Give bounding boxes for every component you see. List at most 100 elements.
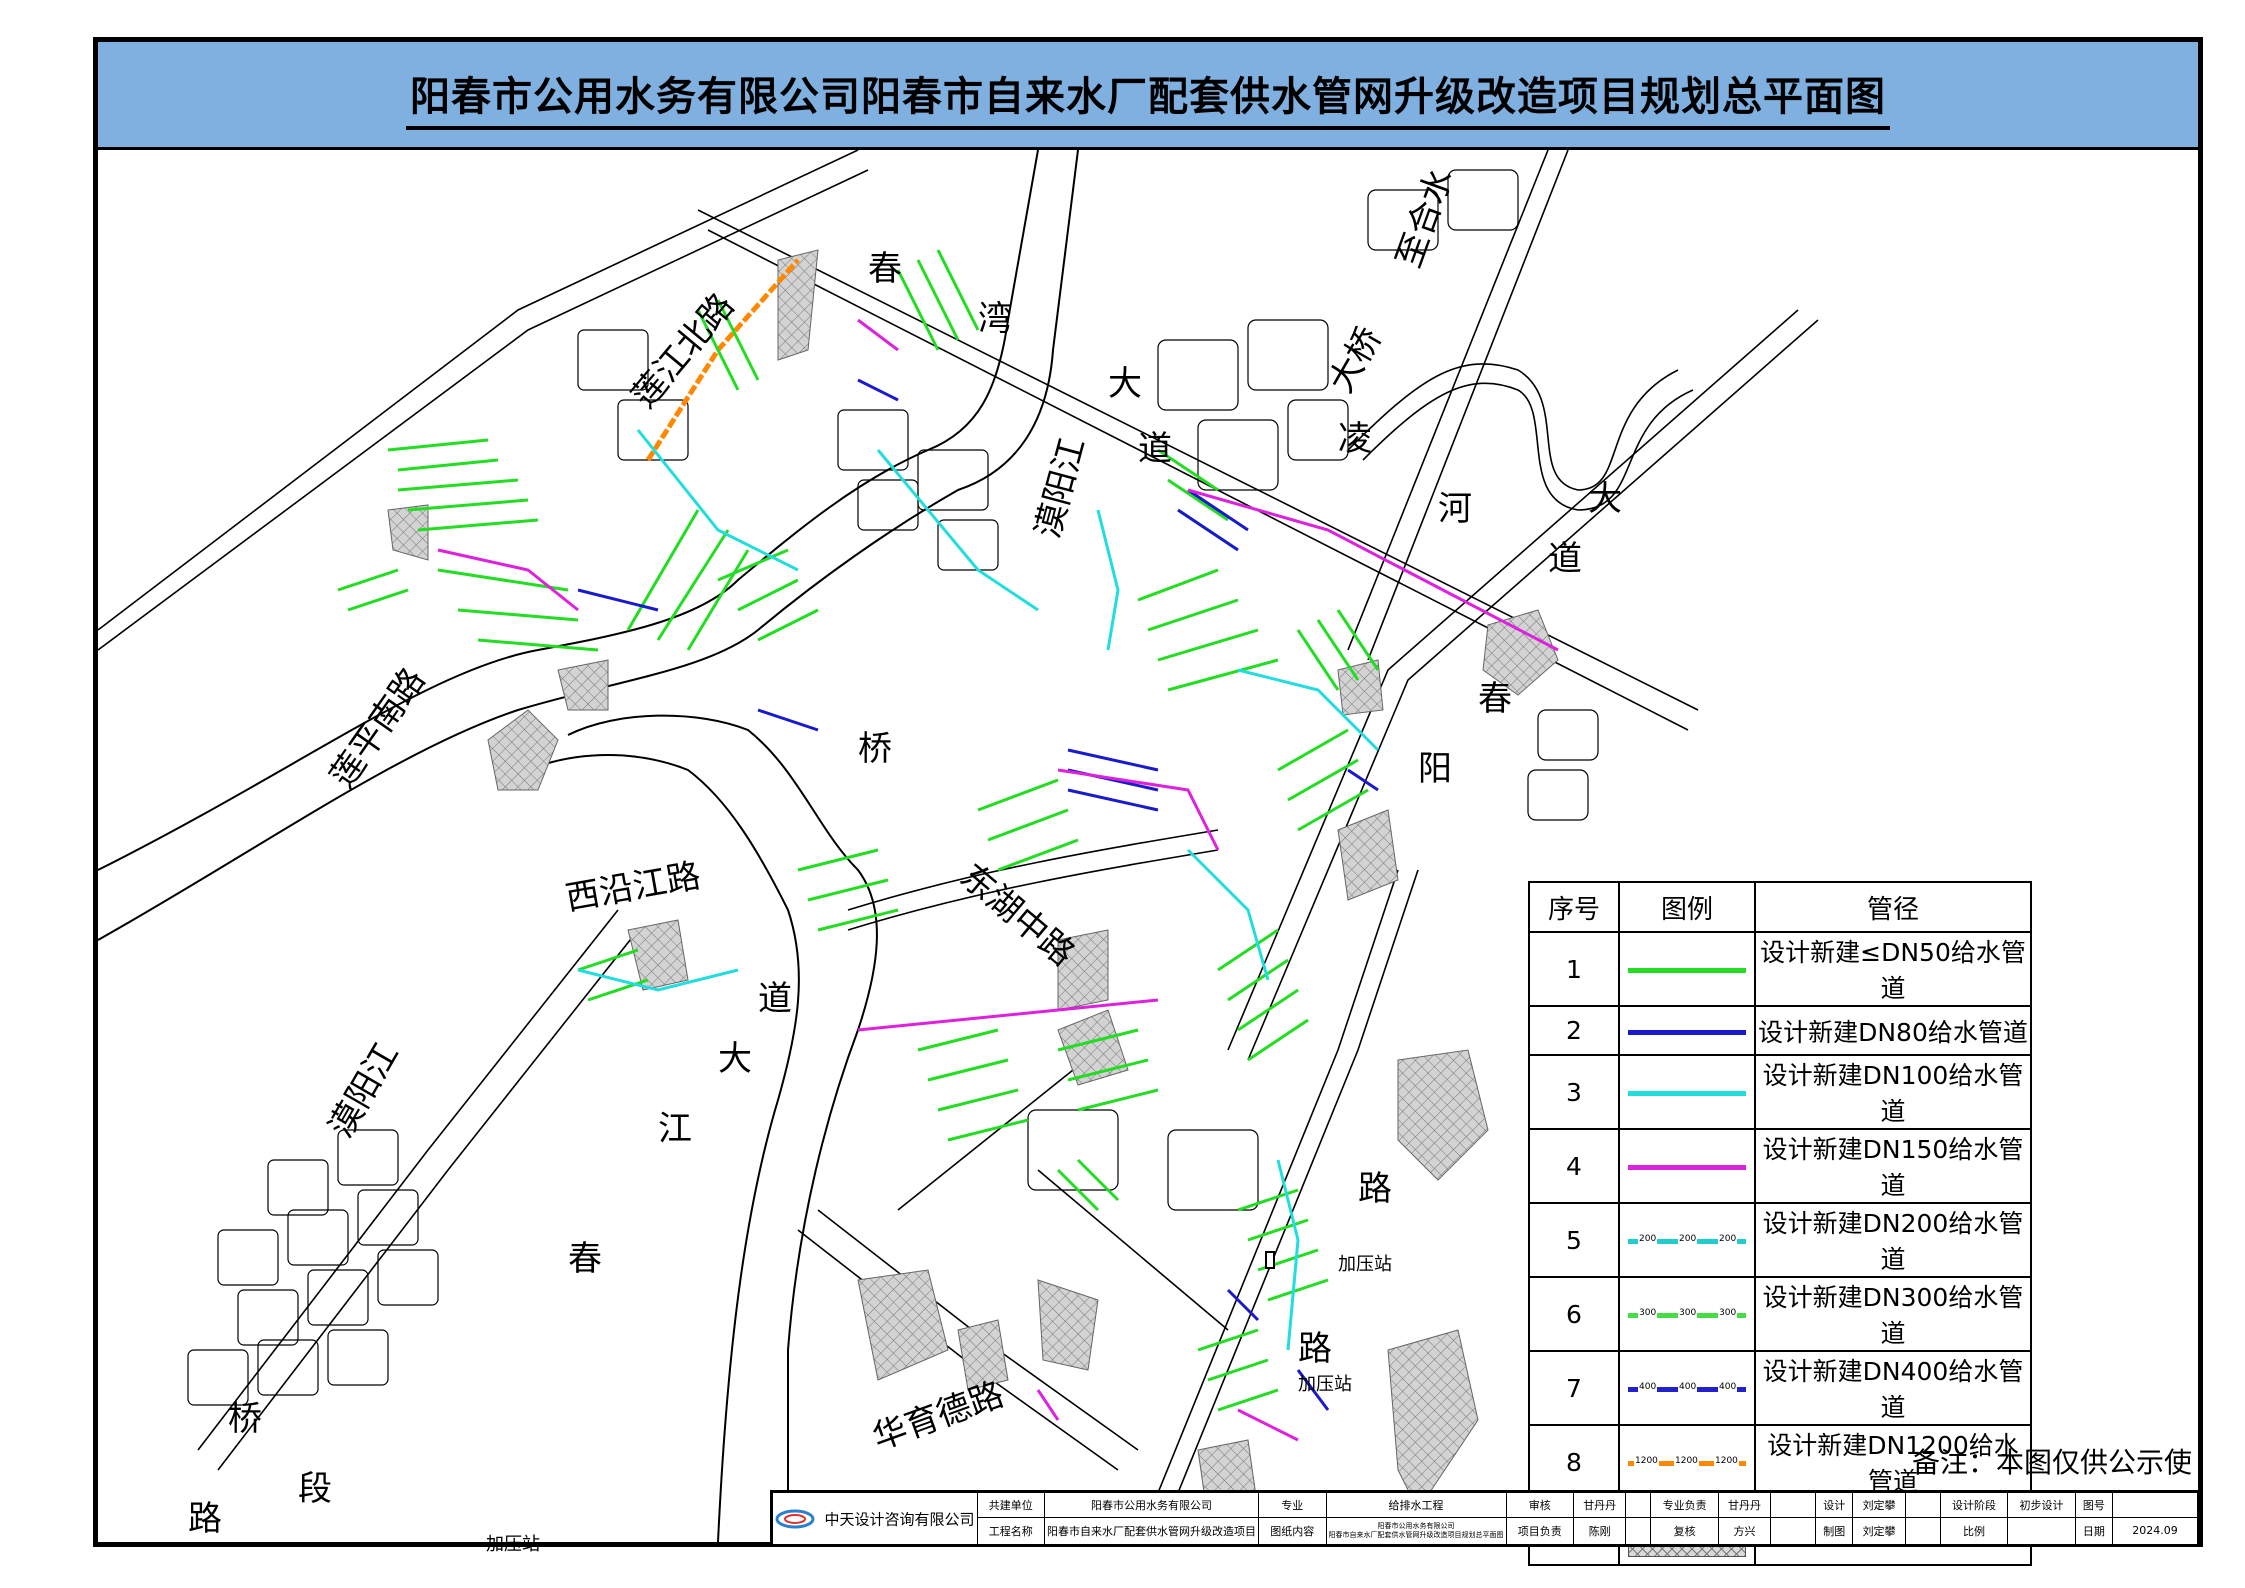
svg-text:路: 路 <box>188 1499 222 1539</box>
legend-tag: 300 <box>1638 1306 1658 1320</box>
svg-text:道: 道 <box>1138 429 1172 469</box>
legend-tag: 1200 <box>1634 1454 1659 1468</box>
legend-desc: 设计新建DN100给水管道 <box>1754 1054 2032 1130</box>
svg-text:加压站: 加压站 <box>1338 1254 1392 1275</box>
check-label: 复核 <box>1650 1516 1719 1546</box>
legend-header-row: 序号 图例 管径 <box>1528 881 2032 933</box>
legend-line-dn150 <box>1618 1128 1756 1204</box>
legend-tag: 300 <box>1678 1306 1698 1320</box>
svg-text:河: 河 <box>1438 489 1472 529</box>
svg-text:大桥: 大桥 <box>1321 321 1390 400</box>
major-label: 专业 <box>1258 1492 1327 1518</box>
svg-text:漠阳江: 漠阳江 <box>1028 433 1093 542</box>
legend-tag: 1200 <box>1674 1454 1699 1468</box>
review-label: 审核 <box>1505 1492 1575 1518</box>
legend-tag: 300 <box>1718 1306 1738 1320</box>
legend-line-dn50 <box>1618 931 1756 1007</box>
svg-text:春: 春 <box>868 249 902 289</box>
svg-text:莲江北路: 莲江北路 <box>624 286 742 416</box>
title-bar: 阳春市公用水务有限公司阳春市自来水厂配套供水管网升级改造项目规划总平面图 <box>98 42 2198 150</box>
legend-tag: 400 <box>1638 1380 1658 1394</box>
svg-text:至合水: 至合水 <box>1389 164 1461 274</box>
legend-header-num: 序号 <box>1528 881 1620 933</box>
scale-label: 比例 <box>1939 1516 2009 1546</box>
check: 方兴 <box>1717 1516 1772 1546</box>
legend-tag: 400 <box>1718 1380 1738 1394</box>
svg-text:道: 道 <box>758 979 792 1019</box>
company-cell: 中天设计咨询有限公司 <box>772 1492 978 1545</box>
stage: 初步设计 <box>2007 1492 2076 1518</box>
drawing-label: 图纸内容 <box>1258 1516 1327 1546</box>
svg-text:湾: 湾 <box>978 299 1012 339</box>
spacer <box>1904 1492 1941 1518</box>
drawing-content-line: 阳春市自来水厂配套供水管网升级改造项目规划总平面图 <box>1328 1530 1504 1539</box>
spacer <box>1625 1492 1652 1518</box>
svg-text:春: 春 <box>1478 679 1512 719</box>
spacer <box>1904 1516 1941 1546</box>
legend-num: 3 <box>1528 1054 1620 1130</box>
drawing-content-line: 阳春市公用水务有限公司 <box>1377 1521 1455 1530</box>
svg-text:路: 路 <box>1358 1169 1392 1209</box>
drawing-title: 阳春市公用水务有限公司阳春市自来水厂配套供水管网升级改造项目规划总平面图 <box>98 64 2198 130</box>
legend-desc: 设计新建DN80给水管道 <box>1754 1005 2032 1056</box>
num <box>2112 1492 2198 1518</box>
spacer <box>1770 1492 1817 1518</box>
legend-desc: 设计新建≤DN50给水管道 <box>1754 931 2032 1007</box>
pm: 陈刚 <box>1573 1516 1627 1546</box>
drawing-content: 阳春市公用水务有限公司 阳春市自来水厂配套供水管网升级改造项目规划总平面图 <box>1325 1516 1507 1546</box>
legend-tag: 200 <box>1638 1232 1658 1246</box>
pressure-station-marker <box>1265 1251 1275 1269</box>
legend-num: 2 <box>1528 1005 1620 1056</box>
company-logo-icon <box>775 1509 815 1528</box>
legend-row: 6 300 300 300 设计新建DN300给水管道 <box>1528 1276 2032 1352</box>
legend-tag: 200 <box>1718 1232 1738 1246</box>
svg-text:华育德路: 华育德路 <box>867 1374 1008 1458</box>
svg-text:凌: 凌 <box>1338 419 1372 459</box>
svg-text:大: 大 <box>718 1039 752 1079</box>
legend-row: 5 200 200 200 设计新建DN200给水管道 <box>1528 1202 2032 1278</box>
legend-desc: 设计新建DN400给水管道 <box>1754 1350 2032 1426</box>
project-label: 工程名称 <box>976 1516 1046 1546</box>
legend-num: 8 <box>1528 1424 1620 1500</box>
draw: 刘定攀 <box>1852 1516 1906 1546</box>
spec: 甘丹丹 <box>1717 1492 1772 1518</box>
pm-label: 项目负责 <box>1505 1516 1575 1546</box>
major: 给排水工程 <box>1325 1492 1507 1518</box>
spacer <box>1625 1516 1652 1546</box>
svg-text:阳: 阳 <box>1418 749 1452 789</box>
legend-line-dn80 <box>1618 1005 1756 1056</box>
svg-text:东湖中路: 东湖中路 <box>952 856 1082 974</box>
legend-row: 2 设计新建DN80给水管道 <box>1528 1005 2032 1056</box>
draw-label: 制图 <box>1815 1516 1854 1546</box>
design-label: 设计 <box>1815 1492 1854 1518</box>
legend-tag: 200 <box>1678 1232 1698 1246</box>
svg-text:江: 江 <box>658 1109 692 1149</box>
legend-tag: 1200 <box>1714 1454 1739 1468</box>
project: 阳春市自来水厂配套供水管网升级改造项目 <box>1044 1516 1260 1546</box>
legend-desc: 设计新建DN200给水管道 <box>1754 1202 2032 1278</box>
title-block: 中天设计咨询有限公司 共建单位 阳春市公用水务有限公司 专业 给排水工程 审核 … <box>770 1490 2200 1547</box>
svg-text:西沿江路: 西沿江路 <box>563 856 704 919</box>
spec-label: 专业负责 <box>1650 1492 1719 1518</box>
svg-text:加压站: 加压站 <box>1298 1374 1352 1395</box>
pressure-station-label: 加压站 <box>486 1534 540 1555</box>
legend-num: 1 <box>1528 931 1620 1007</box>
legend-row: 3 设计新建DN100给水管道 <box>1528 1054 2032 1130</box>
legend-num: 4 <box>1528 1128 1620 1204</box>
legend-line-dn1200: 1200 1200 1200 <box>1618 1424 1756 1500</box>
legend-num: 6 <box>1528 1276 1620 1352</box>
legend-header-diameter: 管径 <box>1754 881 2032 933</box>
stage-label: 设计阶段 <box>1939 1492 2009 1518</box>
spacer <box>1770 1516 1817 1546</box>
svg-text:段: 段 <box>298 1469 332 1509</box>
legend-line-dn400: 400 400 400 <box>1618 1350 1756 1426</box>
city-blocks <box>187 169 1599 1406</box>
svg-text:桥: 桥 <box>228 1399 262 1439</box>
svg-text:春: 春 <box>568 1239 602 1279</box>
legend-row: 4 设计新建DN150给水管道 <box>1528 1128 2032 1204</box>
legend-row: 7 400 400 400 设计新建DN400给水管道 <box>1528 1350 2032 1426</box>
legend-line-dn100 <box>1618 1054 1756 1130</box>
date-label: 日期 <box>2074 1516 2114 1546</box>
svg-text:路: 路 <box>1298 1329 1332 1369</box>
svg-text:大: 大 <box>1108 364 1142 404</box>
